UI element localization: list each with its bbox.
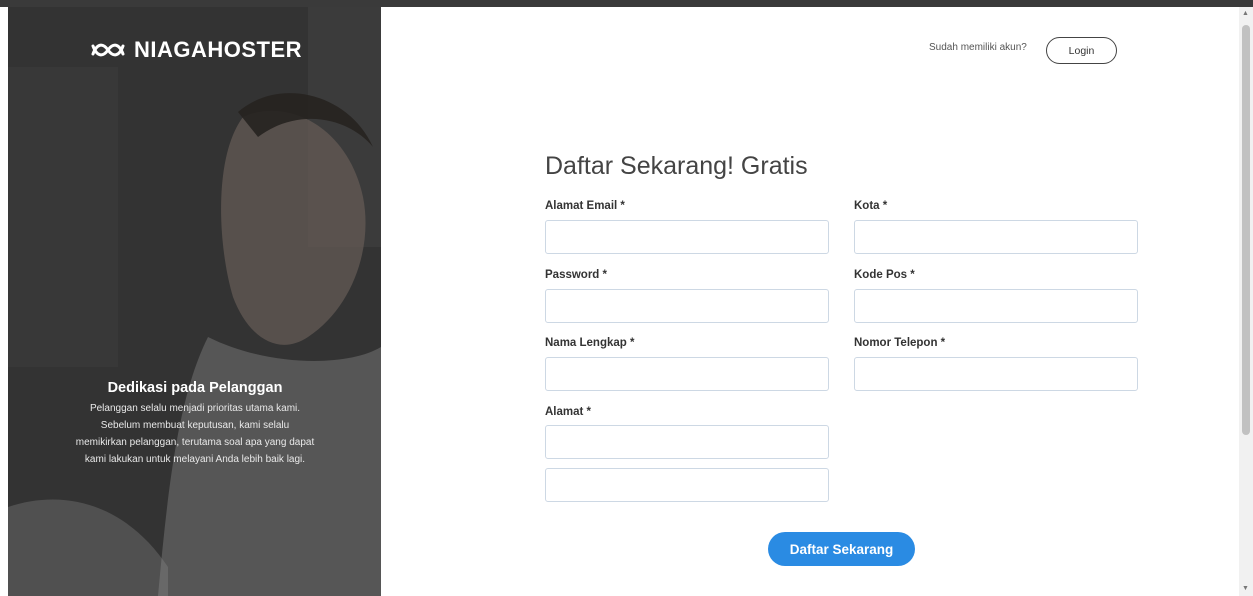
promo-text-block: Dedikasi pada Pelanggan Pelanggan selalu… xyxy=(22,380,368,468)
brand-logo[interactable]: NIAGAHOSTER xyxy=(90,37,302,63)
full-name-input[interactable] xyxy=(545,357,829,391)
scroll-up-arrow-icon[interactable]: ▲ xyxy=(1242,10,1249,18)
password-input[interactable] xyxy=(545,289,829,323)
background-photo xyxy=(8,7,381,596)
promo-title: Dedikasi pada Pelanggan xyxy=(107,380,283,396)
promo-line-3: memikirkan pelanggan, terutama soal apa … xyxy=(75,437,315,448)
address-input-line-1[interactable] xyxy=(545,425,829,459)
brand-name: NIAGAHOSTER xyxy=(134,37,303,62)
vertical-scrollbar[interactable]: ▲ ▼ xyxy=(1239,7,1253,596)
promo-line-1: Pelanggan selalu menjadi prioritas utama… xyxy=(89,403,301,414)
infinity-wave-icon xyxy=(91,43,125,57)
email-label: Alamat Email * xyxy=(545,200,625,212)
top-border xyxy=(0,0,1253,7)
promo-panel: NIAGAHOSTER Dedikasi pada Pelanggan Pela… xyxy=(8,7,381,596)
scrollbar-thumb[interactable] xyxy=(1242,25,1250,435)
phone-input[interactable] xyxy=(854,357,1138,391)
email-input[interactable] xyxy=(545,220,829,254)
postal-code-label: Kode Pos * xyxy=(854,269,915,281)
address-input-line-2[interactable] xyxy=(545,468,829,502)
address-label: Alamat * xyxy=(545,406,592,418)
promo-line-4: kami lakukan untuk melayani Anda lebih b… xyxy=(84,454,306,465)
postal-code-input[interactable] xyxy=(854,289,1138,323)
login-button[interactable]: Login xyxy=(1046,37,1117,64)
have-account-text: Sudah memiliki akun? xyxy=(929,42,1027,53)
form-title: Daftar Sekarang! Gratis xyxy=(545,152,808,180)
scroll-down-arrow-icon[interactable]: ▼ xyxy=(1242,585,1249,593)
city-label: Kota * xyxy=(854,200,888,212)
full-name-label: Nama Lengkap * xyxy=(545,337,635,349)
promo-line-2: Sebelum membuat keputusan, kami selalu xyxy=(100,420,290,431)
password-label: Password * xyxy=(545,269,607,281)
city-input[interactable] xyxy=(854,220,1138,254)
phone-label: Nomor Telepon * xyxy=(854,337,946,349)
register-button[interactable]: Daftar Sekarang xyxy=(768,532,915,566)
